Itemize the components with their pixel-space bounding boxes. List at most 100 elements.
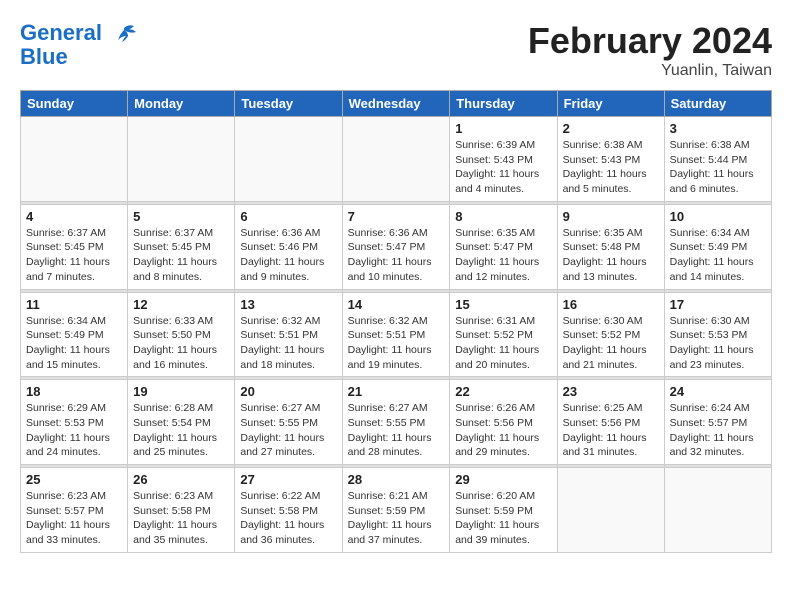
day-number: 9 xyxy=(563,209,659,224)
day-info: Sunrise: 6:36 AM Sunset: 5:46 PM Dayligh… xyxy=(240,226,336,285)
calendar-header-row: Sunday Monday Tuesday Wednesday Thursday… xyxy=(21,91,772,117)
table-row: 26 Sunrise: 6:23 AM Sunset: 5:58 PM Dayli… xyxy=(128,468,235,553)
calendar-week-row: 25 Sunrise: 6:23 AM Sunset: 5:57 PM Dayli… xyxy=(21,468,772,553)
day-number: 29 xyxy=(455,472,551,487)
table-row: 14Sunrise: 6:32 AM Sunset: 5:51 PM Dayli… xyxy=(342,292,450,377)
day-info: Sunrise: 6:38 AM Sunset: 5:43 PM Dayligh… xyxy=(563,138,659,197)
day-info: Sunrise: 6:26 AM Sunset: 5:56 PM Dayligh… xyxy=(455,401,551,460)
table-row: 27 Sunrise: 6:22 AM Sunset: 5:58 PM Dayli… xyxy=(235,468,342,553)
day-number: 26 xyxy=(133,472,229,487)
day-info: Sunrise: 6:39 AM Sunset: 5:43 PM Dayligh… xyxy=(455,138,551,197)
day-info: Sunrise: 6:20 AM Sunset: 5:59 PM Dayligh… xyxy=(455,489,551,548)
table-row: 29 Sunrise: 6:20 AM Sunset: 5:59 PM Dayli… xyxy=(450,468,557,553)
day-number: 27 xyxy=(240,472,336,487)
day-number: 19 xyxy=(133,384,229,399)
day-number: 8 xyxy=(455,209,551,224)
table-row: 13 Sunrise: 6:32 AM Sunset: 5:51 PM Dayli… xyxy=(235,292,342,377)
day-info: Sunrise: 6:34 AM Sunset: 5:49 PM Dayligh… xyxy=(26,314,122,373)
table-row: 25 Sunrise: 6:23 AM Sunset: 5:57 PM Dayli… xyxy=(21,468,128,553)
table-row: 28 Sunrise: 6:21 AM Sunset: 5:59 PM Dayli… xyxy=(342,468,450,553)
col-tuesday: Tuesday xyxy=(235,91,342,117)
day-number: 22 xyxy=(455,384,551,399)
day-info: Sunrise: 6:23 AM Sunset: 5:57 PM Dayligh… xyxy=(26,489,122,548)
calendar-table: Sunday Monday Tuesday Wednesday Thursday… xyxy=(20,90,772,553)
day-info: Sunrise: 6:37 AM Sunset: 5:45 PM Dayligh… xyxy=(26,226,122,285)
table-row: 7 Sunrise: 6:36 AM Sunset: 5:47 PM Daylig… xyxy=(342,204,450,289)
day-number: 1 xyxy=(455,121,551,136)
col-monday: Monday xyxy=(128,91,235,117)
table-row xyxy=(128,117,235,202)
col-wednesday: Wednesday xyxy=(342,91,450,117)
day-number: 24 xyxy=(670,384,766,399)
calendar-week-row: 4 Sunrise: 6:37 AM Sunset: 5:45 PM Daylig… xyxy=(21,204,772,289)
day-number: 14 xyxy=(348,297,445,312)
day-number: 6 xyxy=(240,209,336,224)
table-row xyxy=(664,468,771,553)
table-row: 21 Sunrise: 6:27 AM Sunset: 5:55 PM Dayli… xyxy=(342,380,450,465)
day-number: 28 xyxy=(348,472,445,487)
table-row: 6 Sunrise: 6:36 AM Sunset: 5:46 PM Daylig… xyxy=(235,204,342,289)
table-row: 16 Sunrise: 6:30 AM Sunset: 5:52 PM Dayli… xyxy=(557,292,664,377)
col-sunday: Sunday xyxy=(21,91,128,117)
day-info: Sunrise: 6:36 AM Sunset: 5:47 PM Dayligh… xyxy=(348,226,445,285)
day-number: 7 xyxy=(348,209,445,224)
day-number: 16 xyxy=(563,297,659,312)
table-row: 23Sunrise: 6:25 AM Sunset: 5:56 PM Dayli… xyxy=(557,380,664,465)
table-row: 20 Sunrise: 6:27 AM Sunset: 5:55 PM Dayli… xyxy=(235,380,342,465)
day-info: Sunrise: 6:27 AM Sunset: 5:55 PM Dayligh… xyxy=(348,401,445,460)
day-info: Sunrise: 6:28 AM Sunset: 5:54 PM Dayligh… xyxy=(133,401,229,460)
day-number: 11 xyxy=(26,297,122,312)
day-info: Sunrise: 6:27 AM Sunset: 5:55 PM Dayligh… xyxy=(240,401,336,460)
table-row: 12Sunrise: 6:33 AM Sunset: 5:50 PM Dayli… xyxy=(128,292,235,377)
day-number: 25 xyxy=(26,472,122,487)
day-info: Sunrise: 6:34 AM Sunset: 5:49 PM Dayligh… xyxy=(670,226,766,285)
day-number: 13 xyxy=(240,297,336,312)
day-info: Sunrise: 6:35 AM Sunset: 5:48 PM Dayligh… xyxy=(563,226,659,285)
table-row xyxy=(21,117,128,202)
table-row: 10Sunrise: 6:34 AM Sunset: 5:49 PM Dayli… xyxy=(664,204,771,289)
table-row: 8 Sunrise: 6:35 AM Sunset: 5:47 PM Daylig… xyxy=(450,204,557,289)
day-info: Sunrise: 6:24 AM Sunset: 5:57 PM Dayligh… xyxy=(670,401,766,460)
day-info: Sunrise: 6:37 AM Sunset: 5:45 PM Dayligh… xyxy=(133,226,229,285)
table-row: 11 Sunrise: 6:34 AM Sunset: 5:49 PM Dayli… xyxy=(21,292,128,377)
table-row xyxy=(342,117,450,202)
table-row xyxy=(557,468,664,553)
table-row: 22 Sunrise: 6:26 AM Sunset: 5:56 PM Dayli… xyxy=(450,380,557,465)
day-number: 18 xyxy=(26,384,122,399)
table-row: 9 Sunrise: 6:35 AM Sunset: 5:48 PM Daylig… xyxy=(557,204,664,289)
title-area: February 2024 Yuanlin, Taiwan xyxy=(528,20,772,80)
page-header: General Blue February 2024 Yuanlin, Taiw… xyxy=(20,20,772,80)
col-friday: Friday xyxy=(557,91,664,117)
calendar-week-row: 11 Sunrise: 6:34 AM Sunset: 5:49 PM Dayli… xyxy=(21,292,772,377)
day-number: 5 xyxy=(133,209,229,224)
day-number: 20 xyxy=(240,384,336,399)
day-info: Sunrise: 6:22 AM Sunset: 5:58 PM Dayligh… xyxy=(240,489,336,548)
location-subtitle: Yuanlin, Taiwan xyxy=(528,62,772,80)
day-number: 21 xyxy=(348,384,445,399)
day-number: 12 xyxy=(133,297,229,312)
day-info: Sunrise: 6:23 AM Sunset: 5:58 PM Dayligh… xyxy=(133,489,229,548)
day-number: 17 xyxy=(670,297,766,312)
table-row: 15Sunrise: 6:31 AM Sunset: 5:52 PM Dayli… xyxy=(450,292,557,377)
day-info: Sunrise: 6:29 AM Sunset: 5:53 PM Dayligh… xyxy=(26,401,122,460)
table-row: 19 Sunrise: 6:28 AM Sunset: 5:54 PM Dayli… xyxy=(128,380,235,465)
table-row: 5 Sunrise: 6:37 AM Sunset: 5:45 PM Daylig… xyxy=(128,204,235,289)
day-info: Sunrise: 6:30 AM Sunset: 5:52 PM Dayligh… xyxy=(563,314,659,373)
day-info: Sunrise: 6:30 AM Sunset: 5:53 PM Dayligh… xyxy=(670,314,766,373)
table-row: 24 Sunrise: 6:24 AM Sunset: 5:57 PM Dayli… xyxy=(664,380,771,465)
day-info: Sunrise: 6:31 AM Sunset: 5:52 PM Dayligh… xyxy=(455,314,551,373)
day-info: Sunrise: 6:35 AM Sunset: 5:47 PM Dayligh… xyxy=(455,226,551,285)
col-thursday: Thursday xyxy=(450,91,557,117)
table-row: 1 Sunrise: 6:39 AM Sunset: 5:43 PM Daylig… xyxy=(450,117,557,202)
table-row: 18 Sunrise: 6:29 AM Sunset: 5:53 PM Dayli… xyxy=(21,380,128,465)
day-number: 4 xyxy=(26,209,122,224)
day-info: Sunrise: 6:21 AM Sunset: 5:59 PM Dayligh… xyxy=(348,489,445,548)
table-row xyxy=(235,117,342,202)
day-number: 2 xyxy=(563,121,659,136)
table-row: 3Sunrise: 6:38 AM Sunset: 5:44 PM Daylig… xyxy=(664,117,771,202)
day-number: 3 xyxy=(670,121,766,136)
col-saturday: Saturday xyxy=(664,91,771,117)
table-row: 4 Sunrise: 6:37 AM Sunset: 5:45 PM Daylig… xyxy=(21,204,128,289)
table-row: 17 Sunrise: 6:30 AM Sunset: 5:53 PM Dayli… xyxy=(664,292,771,377)
day-info: Sunrise: 6:32 AM Sunset: 5:51 PM Dayligh… xyxy=(240,314,336,373)
